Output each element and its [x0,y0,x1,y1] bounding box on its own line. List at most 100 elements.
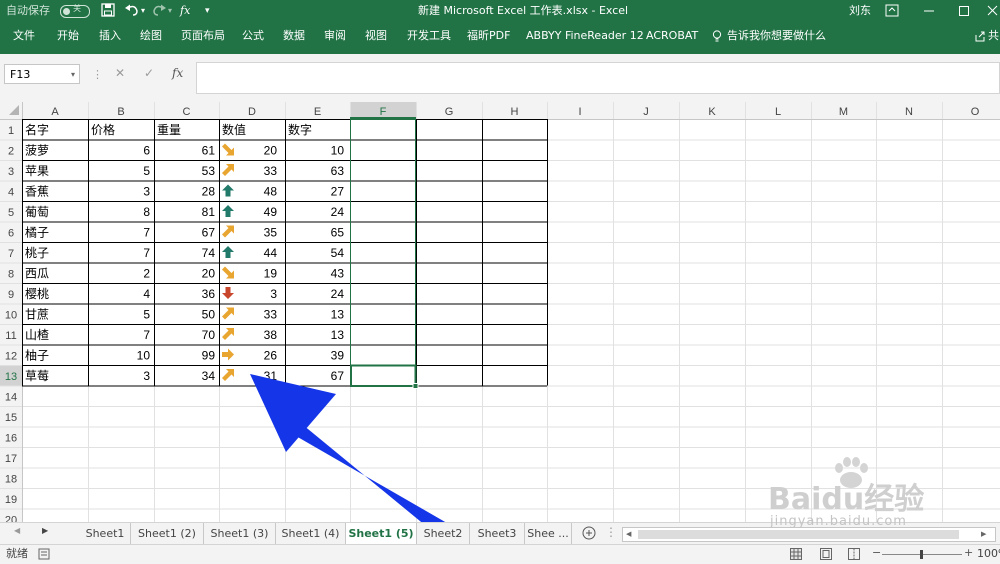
tab-file[interactable]: 文件 [13,22,35,50]
maximize-icon[interactable] [957,4,971,18]
cancel-entry-icon[interactable]: ✕ [115,66,125,80]
value-cell[interactable]: 35 [264,226,278,240]
weight-cell[interactable]: 36 [202,287,216,301]
tab-data[interactable]: 数据 [283,22,305,50]
row-header-1[interactable]: 1 [8,125,14,137]
scroll-left-icon[interactable]: ◀ [626,528,631,541]
value-cell[interactable]: 33 [264,164,278,178]
row-header-15[interactable]: 15 [5,412,17,424]
number-cell[interactable]: 43 [331,267,345,281]
share-button[interactable]: 共 [988,22,999,50]
weight-cell[interactable]: 20 [202,267,216,281]
weight-cell[interactable]: 81 [202,205,216,219]
column-header-c[interactable]: C [183,106,191,118]
tabs-splitter-icon[interactable]: ⋮ [605,525,617,539]
column-header-d[interactable]: D [248,106,256,118]
column-header-h[interactable]: H [511,106,519,118]
row-header-7[interactable]: 7 [8,248,14,260]
price-cell[interactable]: 5 [143,308,150,322]
zoom-out-icon[interactable]: − [872,544,881,562]
scroll-tabs-right-icon[interactable]: ▶ [42,526,48,535]
row-header-10[interactable]: 10 [5,310,17,322]
weight-cell[interactable]: 67 [202,226,216,240]
undo-icon[interactable] [124,3,140,17]
header-cell[interactable]: 名字 [25,122,49,137]
row-header-4[interactable]: 4 [8,187,14,199]
price-cell[interactable]: 3 [143,185,150,199]
price-cell[interactable]: 4 [143,287,150,301]
tab-formulas[interactable]: 公式 [242,22,264,50]
page-break-view-icon[interactable] [848,548,860,560]
active-cell-f13[interactable] [350,364,417,387]
name-cell[interactable]: 柚子 [25,348,49,363]
value-cell[interactable]: 26 [264,349,278,363]
number-cell[interactable]: 63 [331,164,345,178]
weight-cell[interactable]: 61 [202,144,216,158]
name-cell[interactable]: 橘子 [25,225,49,240]
row-header-18[interactable]: 18 [5,474,17,486]
column-header-n[interactable]: N [905,106,913,118]
tab-acrobat[interactable]: ACROBAT [646,22,698,50]
normal-view-icon[interactable] [790,548,802,560]
name-cell[interactable]: 山楂 [25,328,49,342]
row-header-11[interactable]: 11 [5,330,16,342]
sheet-tab[interactable]: Sheet3 [470,523,525,544]
sheet-tab[interactable]: Sheet1 (3) [204,523,276,544]
name-cell[interactable]: 桃子 [25,245,49,260]
name-cell[interactable]: 菠萝 [25,144,49,158]
column-header-l[interactable]: L [775,106,781,118]
sheet-tab[interactable]: Shee ... [525,523,572,544]
row-header-13[interactable]: 13 [5,371,17,383]
name-cell[interactable]: 香蕉 [25,185,49,199]
fill-handle[interactable] [412,383,419,389]
price-cell[interactable]: 2 [143,267,150,281]
row-header-6[interactable]: 6 [8,228,14,240]
name-cell[interactable]: 西瓜 [25,267,49,281]
close-icon[interactable] [986,4,998,18]
row-header-14[interactable]: 14 [5,392,17,404]
name-box[interactable]: F13 ▾ [4,64,80,84]
value-cell[interactable]: 49 [264,205,278,219]
new-sheet-icon[interactable] [582,526,596,540]
row-header-19[interactable]: 19 [5,494,17,506]
scroll-right-icon[interactable]: ▶ [981,528,986,541]
zoom-in-icon[interactable]: + [964,544,973,562]
column-header-i[interactable]: I [578,106,581,118]
number-cell[interactable]: 67 [331,369,345,383]
price-cell[interactable]: 3 [143,369,150,383]
row-header-5[interactable]: 5 [8,207,14,219]
weight-cell[interactable]: 74 [202,246,216,260]
tab-view[interactable]: 视图 [365,22,387,50]
tab-insert[interactable]: 插入 [99,22,121,50]
autosave-toggle[interactable]: 关 [60,4,90,18]
price-cell[interactable]: 5 [143,164,150,178]
value-cell[interactable]: 44 [264,246,278,260]
sheet-tab[interactable]: Sheet1 (2) [131,523,204,544]
customize-icon[interactable]: ▾ [205,0,210,22]
zoom-slider-thumb[interactable] [920,550,923,559]
number-cell[interactable]: 27 [331,185,345,199]
tab-abbyy[interactable]: ABBYY FineReader 12 [526,22,644,50]
insert-function-icon[interactable]: fx [172,66,183,80]
weight-cell[interactable]: 28 [202,185,216,199]
name-cell[interactable]: 葡萄 [25,205,49,219]
price-cell[interactable]: 10 [137,349,151,363]
confirm-entry-icon[interactable]: ✓ [144,66,154,80]
name-cell[interactable]: 甘蔗 [25,308,49,322]
number-cell[interactable]: 39 [331,349,345,363]
undo-dropdown-icon[interactable]: ▾ [141,0,145,22]
number-cell[interactable]: 24 [331,287,345,301]
number-cell[interactable]: 10 [331,144,345,158]
value-cell[interactable]: 20 [264,144,278,158]
tab-page-layout[interactable]: 页面布局 [181,22,225,50]
row-header-17[interactable]: 17 [5,453,17,465]
weight-cell[interactable]: 50 [202,308,216,322]
price-cell[interactable]: 8 [143,205,150,219]
weight-cell[interactable]: 99 [202,349,216,363]
number-cell[interactable]: 65 [331,226,345,240]
column-header-o[interactable]: O [971,106,980,118]
tell-me-search[interactable]: 告诉我你想要做什么 [727,22,826,50]
name-cell[interactable]: 草莓 [25,369,49,383]
sheet-tab[interactable]: Sheet1 (4) [276,523,346,544]
column-header-f[interactable]: F [380,106,387,118]
